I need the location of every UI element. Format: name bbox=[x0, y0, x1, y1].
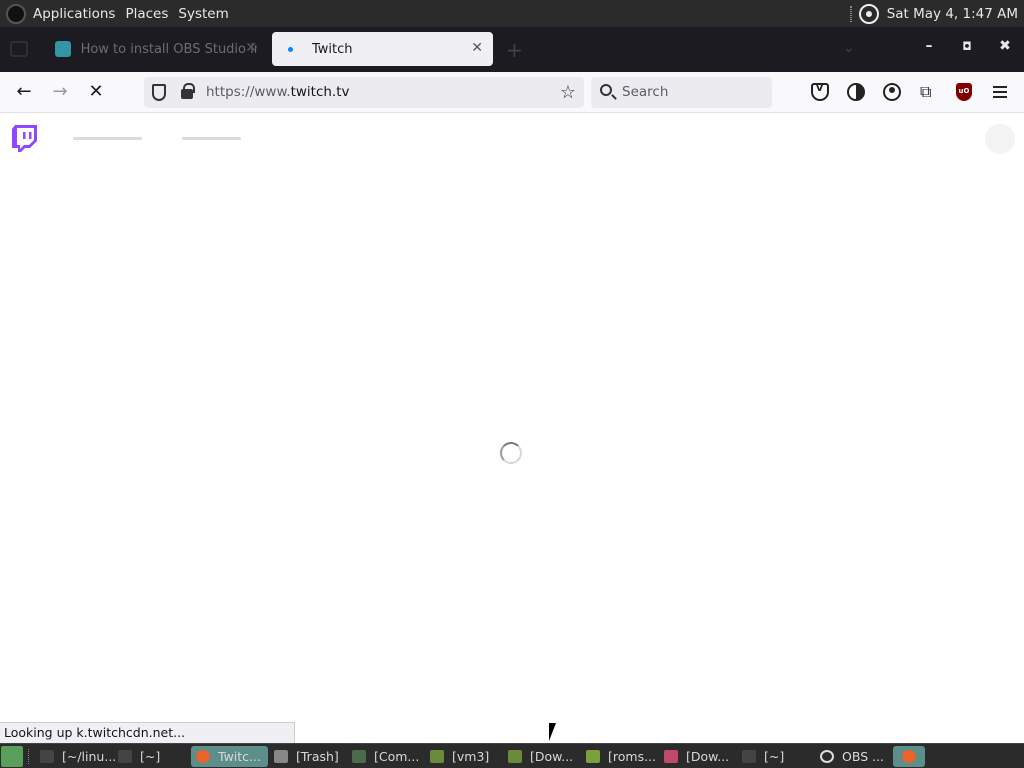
taskbar-label: [~] bbox=[140, 749, 161, 764]
lock-icon[interactable] bbox=[181, 83, 195, 99]
tab-close-icon[interactable]: ✕ bbox=[245, 40, 257, 56]
menu-system[interactable]: System bbox=[175, 6, 231, 22]
status-bar: Looking up k.twitchcdn.net... bbox=[0, 722, 295, 743]
folder-icon bbox=[508, 750, 522, 763]
pocket-icon[interactable] bbox=[811, 81, 829, 101]
search-placeholder: Search bbox=[622, 84, 669, 100]
forward-arrow-icon[interactable]: → bbox=[46, 78, 74, 106]
tab-loading-icon bbox=[282, 41, 298, 57]
url-prefix: https://www. bbox=[206, 84, 291, 100]
url-text[interactable]: https://www.twitch.tv bbox=[206, 84, 350, 100]
panel-separator bbox=[849, 5, 852, 22]
taskbar-label: [~] bbox=[764, 749, 785, 764]
search-icon bbox=[600, 84, 612, 96]
page-content bbox=[0, 113, 1024, 743]
loading-spinner-icon bbox=[500, 442, 522, 464]
clock[interactable]: Sat May 4, 1:47 AM bbox=[887, 6, 1018, 22]
extensions-puzzle-icon[interactable]: ⧉ bbox=[920, 83, 938, 101]
tab-close-icon[interactable]: ✕ bbox=[471, 40, 483, 56]
taskbar-label: [Trash] bbox=[296, 749, 339, 764]
terminal-icon bbox=[118, 750, 132, 763]
bookmark-star-icon[interactable]: ☆ bbox=[560, 82, 576, 103]
terminal-icon bbox=[742, 750, 756, 763]
taskbar-label: [Dow... bbox=[530, 749, 574, 764]
taskbar-item[interactable]: [vm3] bbox=[430, 746, 489, 767]
taskbar-item[interactable]: [~] bbox=[118, 746, 160, 767]
hamburger-menu-icon[interactable] bbox=[991, 83, 1009, 101]
nav-placeholder bbox=[182, 137, 241, 140]
tab-overview-icon[interactable] bbox=[10, 41, 28, 57]
taskbar-label: [Com... bbox=[374, 749, 420, 764]
taskbar-label: [roms... bbox=[608, 749, 656, 764]
top-panel: Applications Places System Sat May 4, 1:… bbox=[0, 0, 1024, 27]
menu-applications[interactable]: Applications bbox=[30, 6, 118, 22]
tab-strip: How to install OBS Studio in ✕ Twitch ✕ … bbox=[0, 27, 1024, 72]
taskbar-item[interactable]: [Dow... bbox=[508, 746, 573, 767]
computer-icon bbox=[352, 750, 366, 763]
shield-icon[interactable] bbox=[152, 84, 166, 101]
menu-places[interactable]: Places bbox=[122, 6, 171, 22]
terminal-icon bbox=[40, 750, 54, 763]
taskbar-label: OBS ... bbox=[842, 749, 885, 764]
close-window-icon[interactable]: ✖ bbox=[995, 38, 1015, 54]
maximize-icon[interactable]: ◘ bbox=[957, 40, 977, 53]
obs-tray-icon[interactable] bbox=[858, 3, 879, 24]
folder-icon bbox=[586, 750, 600, 763]
url-domain: twitch.tv bbox=[290, 84, 350, 100]
account-icon[interactable] bbox=[883, 83, 901, 101]
tab-twitch[interactable]: Twitch ✕ bbox=[272, 32, 493, 66]
search-input[interactable]: Search bbox=[591, 77, 772, 108]
new-tab-icon[interactable]: + bbox=[506, 38, 523, 62]
mouse-cursor-icon bbox=[549, 723, 556, 741]
taskbar-item[interactable]: Twitc... bbox=[191, 746, 268, 767]
show-desktop-icon[interactable] bbox=[1, 746, 23, 767]
folder-icon bbox=[430, 750, 444, 763]
obs-icon bbox=[820, 750, 834, 763]
container-icon[interactable] bbox=[847, 83, 865, 101]
back-arrow-icon[interactable]: ← bbox=[10, 78, 38, 106]
ublock-icon[interactable]: uO bbox=[956, 83, 972, 101]
taskbar-label: Twitc... bbox=[218, 749, 261, 764]
nav-placeholder bbox=[73, 137, 142, 140]
taskbar-label: [~/linu... bbox=[62, 749, 117, 764]
taskbar-item[interactable]: [Com... bbox=[352, 746, 419, 767]
taskbar-item[interactable]: [Trash] bbox=[274, 746, 339, 767]
taskbar: [~/linu... [~] Twitc... [Trash] [Com... … bbox=[0, 743, 1024, 768]
url-bar[interactable]: https://www.twitch.tv ☆ bbox=[144, 77, 584, 108]
tab-title: How to install OBS Studio in bbox=[80, 41, 257, 57]
taskbar-firefox-launcher[interactable] bbox=[893, 746, 925, 767]
tab-obs-guide[interactable]: How to install OBS Studio in ✕ bbox=[45, 32, 267, 66]
tab-favicon-icon bbox=[55, 41, 71, 57]
taskbar-separator bbox=[28, 749, 30, 764]
taskbar-item[interactable]: [roms... bbox=[586, 746, 656, 767]
avatar bbox=[985, 124, 1015, 154]
tab-title: Twitch bbox=[312, 41, 353, 57]
taskbar-item[interactable]: [Dow... bbox=[664, 746, 729, 767]
chevron-down-icon[interactable]: ⌄ bbox=[843, 40, 855, 56]
taskbar-item[interactable]: OBS ... bbox=[820, 746, 884, 767]
app-icon bbox=[664, 750, 678, 763]
minimize-icon[interactable]: – bbox=[919, 38, 939, 54]
taskbar-item[interactable]: [~/linu... bbox=[40, 746, 116, 767]
firefox-icon bbox=[902, 750, 916, 763]
stop-loading-icon[interactable]: ✕ bbox=[82, 78, 110, 106]
taskbar-label: [Dow... bbox=[686, 749, 730, 764]
twitch-logo-icon[interactable] bbox=[12, 125, 38, 153]
nav-bar: ← → ✕ https://www.twitch.tv ☆ Search ⧉ u… bbox=[0, 72, 1024, 113]
firefox-icon bbox=[196, 750, 210, 763]
trash-icon bbox=[274, 750, 288, 763]
distro-logo-icon[interactable] bbox=[6, 3, 26, 24]
taskbar-item[interactable]: [~] bbox=[742, 746, 784, 767]
taskbar-label: [vm3] bbox=[452, 749, 490, 764]
